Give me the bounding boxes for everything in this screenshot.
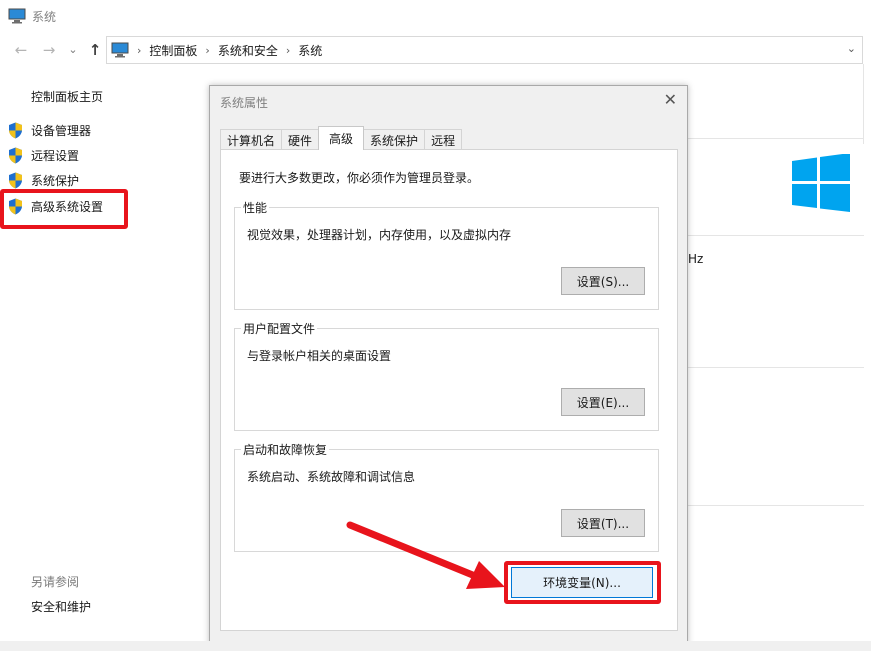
breadcrumb-separator: › <box>205 43 210 57</box>
user-profiles-group: 用户配置文件 与登录帐户相关的桌面设置 设置(E)... <box>234 320 659 431</box>
sidebar-item-label: 设备管理器 <box>31 124 92 138</box>
control-panel-home-link[interactable]: 控制面板主页 <box>31 88 103 105</box>
close-icon[interactable]: ✕ <box>664 90 677 109</box>
bottom-strip <box>0 641 871 651</box>
tab-advanced[interactable]: 高级 <box>318 126 365 150</box>
shield-icon <box>9 122 22 139</box>
back-arrow-icon[interactable]: ← <box>12 40 30 60</box>
group-legend: 性能 <box>241 199 270 216</box>
group-description: 系统启动、系统故障和调试信息 <box>247 470 416 484</box>
group-description: 与登录帐户相关的桌面设置 <box>247 349 392 363</box>
address-bar[interactable]: › 控制面板 › 系统和安全 › 系统 ⌄ <box>106 36 863 64</box>
forward-arrow-icon[interactable]: → <box>40 40 58 60</box>
startup-recovery-settings-button[interactable]: 设置(T)... <box>561 509 645 537</box>
group-legend: 用户配置文件 <box>241 320 318 337</box>
chevron-down-icon[interactable]: ⌄ <box>847 42 856 55</box>
computer-icon <box>8 8 26 24</box>
window-title: 系统 <box>32 9 57 24</box>
divider <box>688 138 864 139</box>
window-titlebar: 系统 <box>8 6 56 26</box>
sidebar-item-system-protection[interactable]: 系统保护 <box>8 172 79 189</box>
admin-message: 要进行大多数更改，你必须作为管理员登录。 <box>239 171 480 185</box>
divider <box>688 505 864 506</box>
group-description: 视觉效果，处理器计划，内存使用，以及虚拟内存 <box>247 228 512 242</box>
tab-remote[interactable]: 远程 <box>424 129 463 150</box>
security-maintenance-link[interactable]: 安全和维护 <box>31 598 91 615</box>
windows-logo-icon <box>792 154 850 212</box>
sidebar-item-device-manager[interactable]: 设备管理器 <box>8 122 91 139</box>
sidebar-item-remote-settings[interactable]: 远程设置 <box>8 147 79 164</box>
highlight-box-advanced-settings <box>0 189 128 229</box>
user-profiles-settings-button[interactable]: 设置(E)... <box>561 388 645 416</box>
breadcrumb-separator: › <box>285 43 291 57</box>
processor-speed-fragment: Hz <box>688 252 704 266</box>
breadcrumb-separator: › <box>137 43 142 57</box>
breadcrumb-system-security[interactable]: 系统和安全 <box>218 42 278 59</box>
tab-strip: 计算机名 硬件 高级 系统保护 远程 <box>220 126 463 150</box>
breadcrumb-system[interactable]: 系统 <box>298 42 322 59</box>
tab-hardware[interactable]: 硬件 <box>281 129 320 150</box>
recent-dropdown-icon[interactable]: ⌄ <box>64 40 82 60</box>
divider <box>688 367 864 368</box>
shield-icon <box>9 147 22 164</box>
performance-settings-button[interactable]: 设置(S)... <box>561 267 645 295</box>
divider <box>863 64 864 144</box>
dialog-title: 系统属性 <box>220 96 269 110</box>
computer-icon <box>111 42 129 58</box>
red-arrow-icon <box>346 521 505 589</box>
up-arrow-icon[interactable]: ↑ <box>86 40 104 60</box>
divider <box>688 235 864 236</box>
tab-system-protection[interactable]: 系统保护 <box>363 129 426 150</box>
see-also-heading: 另请参阅 <box>31 575 80 589</box>
performance-group: 性能 视觉效果，处理器计划，内存使用，以及虚拟内存 设置(S)... <box>234 199 659 310</box>
breadcrumb-control-panel[interactable]: 控制面板 <box>149 42 197 59</box>
tab-computer-name[interactable]: 计算机名 <box>220 129 283 150</box>
highlight-box-environment-variables <box>504 561 661 604</box>
shield-icon <box>9 172 22 189</box>
sidebar-item-label: 远程设置 <box>31 149 80 163</box>
sidebar-item-label: 系统保护 <box>31 174 80 188</box>
group-legend: 启动和故障恢复 <box>241 441 330 458</box>
